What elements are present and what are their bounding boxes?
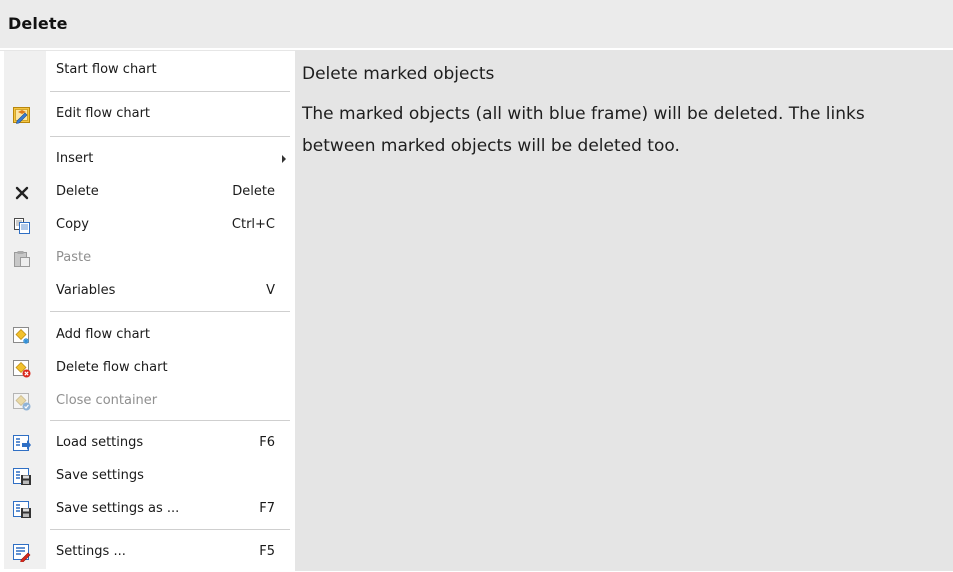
- menu-item-label: Paste: [56, 250, 92, 265]
- description-body: The marked objects (all with blue frame)…: [302, 104, 865, 156]
- settings-icon: [13, 544, 31, 563]
- header-band: [0, 0, 953, 50]
- menu-item-save-settings-as[interactable]: Save settings as ... F7: [4, 494, 293, 524]
- menu-item-label: Delete flow chart: [56, 360, 168, 375]
- menu-item-shortcut: F5: [259, 544, 275, 559]
- close-container-icon: [13, 393, 31, 411]
- menu-item-label: Edit flow chart: [56, 106, 151, 121]
- save-settings-as-icon: [13, 501, 31, 519]
- menu-item-edit-flow-chart[interactable]: Edit flow chart: [4, 99, 293, 129]
- menu-separator: [50, 91, 290, 93]
- menu-separator: [50, 136, 290, 138]
- menu-item-save-settings[interactable]: Save settings: [4, 461, 293, 491]
- page-header: Delete: [0, 0, 953, 50]
- menu-item-label: Delete: [56, 184, 99, 199]
- menu-item-copy[interactable]: Copy Ctrl+C: [4, 210, 293, 240]
- menu-item-label: Variables: [56, 283, 116, 298]
- menu-item-load-settings[interactable]: Load settings F6: [4, 428, 293, 458]
- submenu-arrow-icon: [282, 155, 286, 163]
- menu-item-label: Save settings as ...: [56, 501, 180, 516]
- menu-item-delete-flow-chart[interactable]: Delete flow chart: [4, 353, 293, 383]
- menu-item-shortcut: V: [266, 283, 275, 298]
- menu-item-label: Add flow chart: [56, 327, 151, 342]
- menu-item-shortcut: Delete: [232, 184, 275, 199]
- menu-item-label: Settings ...: [56, 544, 126, 559]
- load-settings-icon: [13, 435, 31, 453]
- help-page: Delete Start flow chart Edit flow chart: [0, 0, 953, 572]
- menu-item-shortcut: F6: [259, 435, 275, 450]
- paste-icon: [13, 250, 31, 268]
- menu-item-shortcut: F7: [259, 501, 275, 516]
- menu-item-add-flow-chart[interactable]: Add flow chart: [4, 320, 293, 350]
- menu-item-settings[interactable]: Settings ... F5: [4, 537, 293, 567]
- description-pane: Delete marked objects The marked objects…: [295, 50, 953, 571]
- menu-item-insert[interactable]: Insert: [4, 144, 293, 174]
- menu-item-close-container[interactable]: Close container: [4, 386, 293, 416]
- menu-item-variables[interactable]: Variables V: [4, 276, 293, 306]
- page-title: Delete: [8, 14, 68, 33]
- menu-item-label: Load settings: [56, 435, 144, 450]
- menu-item-label: Insert: [56, 151, 94, 166]
- save-settings-icon: [13, 468, 31, 486]
- menu-separator: [50, 529, 290, 531]
- delete-flowchart-icon: [13, 360, 31, 378]
- menu-separator: [50, 420, 290, 422]
- menu-item-label: Copy: [56, 217, 89, 232]
- description-title: Delete marked objects: [302, 64, 495, 84]
- menu-item-label: Save settings: [56, 468, 144, 483]
- copy-icon: [13, 217, 31, 235]
- edit-flowchart-icon: [13, 106, 31, 124]
- delete-x-icon: [13, 184, 31, 202]
- add-flowchart-icon: [13, 327, 31, 345]
- menu-item-start-flow-chart[interactable]: Start flow chart: [4, 55, 293, 85]
- menu-separator: [50, 311, 290, 313]
- menu-item-label: Close container: [56, 393, 158, 408]
- menu-item-shortcut: Ctrl+C: [231, 217, 275, 232]
- menu-item-delete[interactable]: Delete Delete: [4, 177, 293, 207]
- context-menu: Start flow chart Edit flow chart Insert: [0, 50, 295, 572]
- menu-item-label: Start flow chart: [56, 62, 157, 77]
- menu-item-paste[interactable]: Paste: [4, 243, 293, 273]
